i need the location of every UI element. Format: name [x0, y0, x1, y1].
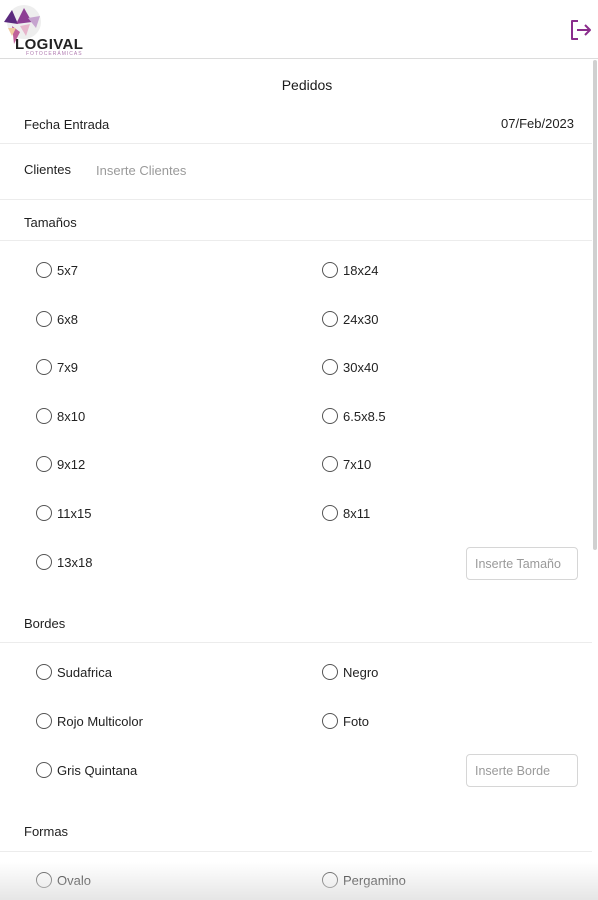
radio-tamano-18x24[interactable]: 18x24	[322, 262, 378, 278]
radio-circle-icon[interactable]	[36, 872, 52, 888]
radio-tamano-8x10[interactable]: 8x10	[36, 408, 85, 424]
fecha-entrada-value[interactable]: 07/Feb/2023	[501, 116, 574, 131]
radio-tamano-7x9[interactable]: 7x9	[36, 359, 78, 375]
logout-icon	[571, 20, 591, 40]
radio-borde-rojo-multicolor[interactable]: Rojo Multicolor	[36, 713, 143, 729]
radio-circle-icon[interactable]	[36, 311, 52, 327]
radio-tamano-5x7[interactable]: 5x7	[36, 262, 78, 278]
radio-circle-icon[interactable]	[322, 713, 338, 729]
tamanos-label: Tamaños	[24, 215, 77, 230]
radio-borde-gris-quintana[interactable]: Gris Quintana	[36, 762, 137, 778]
divider	[0, 199, 592, 200]
fecha-entrada-label: Fecha Entrada	[24, 117, 110, 132]
divider	[0, 642, 592, 643]
formas-label: Formas	[24, 824, 69, 839]
radio-forma-pergamino[interactable]: Pergamino	[322, 872, 406, 888]
radio-circle-icon[interactable]	[322, 311, 338, 327]
divider	[0, 240, 592, 241]
radio-circle-icon[interactable]	[322, 262, 338, 278]
page-title: Pedidos	[281, 77, 333, 93]
brand-subtitle: FOTOCERÁMICAS	[26, 51, 83, 57]
radio-tamano-8x11[interactable]: 8x11	[322, 505, 370, 521]
radio-circle-icon[interactable]	[322, 359, 338, 375]
radio-circle-icon[interactable]	[322, 664, 338, 680]
radio-tamano-6x8[interactable]: 6x8	[36, 311, 78, 327]
clientes-input[interactable]	[90, 159, 290, 181]
app-header: LOGIVAL FOTOCERÁMICAS	[0, 0, 598, 59]
radio-borde-foto[interactable]: Foto	[322, 713, 369, 729]
radio-circle-icon[interactable]	[36, 554, 52, 570]
radio-borde-negro[interactable]: Negro	[322, 664, 378, 680]
radio-tamano-24x30[interactable]: 24x30	[322, 311, 378, 327]
radio-circle-icon[interactable]	[322, 408, 338, 424]
clientes-label: Clientes	[24, 162, 71, 177]
radio-tamano-30x40[interactable]: 30x40	[322, 359, 378, 375]
radio-borde-sudafrica[interactable]: Sudafrica	[36, 664, 112, 680]
logout-button[interactable]	[568, 18, 594, 42]
radio-tamano-6-5x8-5[interactable]: 6.5x8.5	[322, 408, 386, 424]
radio-tamano-11x15[interactable]: 11x15	[36, 505, 91, 521]
tamano-other-input[interactable]	[466, 547, 578, 580]
bordes-label: Bordes	[24, 616, 66, 631]
divider	[0, 851, 592, 852]
brand-logo: LOGIVAL FOTOCERÁMICAS	[2, 4, 102, 57]
radio-tamano-13x18[interactable]: 13x18	[36, 554, 92, 570]
radio-tamano-7x10[interactable]: 7x10	[322, 456, 371, 472]
radio-circle-icon[interactable]	[36, 262, 52, 278]
divider	[0, 143, 592, 144]
radio-forma-ovalo[interactable]: Ovalo	[36, 872, 91, 888]
radio-circle-icon[interactable]	[36, 456, 52, 472]
radio-circle-icon[interactable]	[36, 664, 52, 680]
radio-circle-icon[interactable]	[322, 456, 338, 472]
borde-other-input[interactable]	[466, 754, 578, 787]
radio-circle-icon[interactable]	[36, 359, 52, 375]
radio-tamano-9x12[interactable]: 9x12	[36, 456, 85, 472]
radio-circle-icon[interactable]	[36, 713, 52, 729]
radio-circle-icon[interactable]	[322, 505, 338, 521]
radio-circle-icon[interactable]	[36, 408, 52, 424]
radio-circle-icon[interactable]	[322, 872, 338, 888]
radio-circle-icon[interactable]	[36, 762, 52, 778]
scrollbar[interactable]	[593, 60, 597, 550]
radio-circle-icon[interactable]	[36, 505, 52, 521]
